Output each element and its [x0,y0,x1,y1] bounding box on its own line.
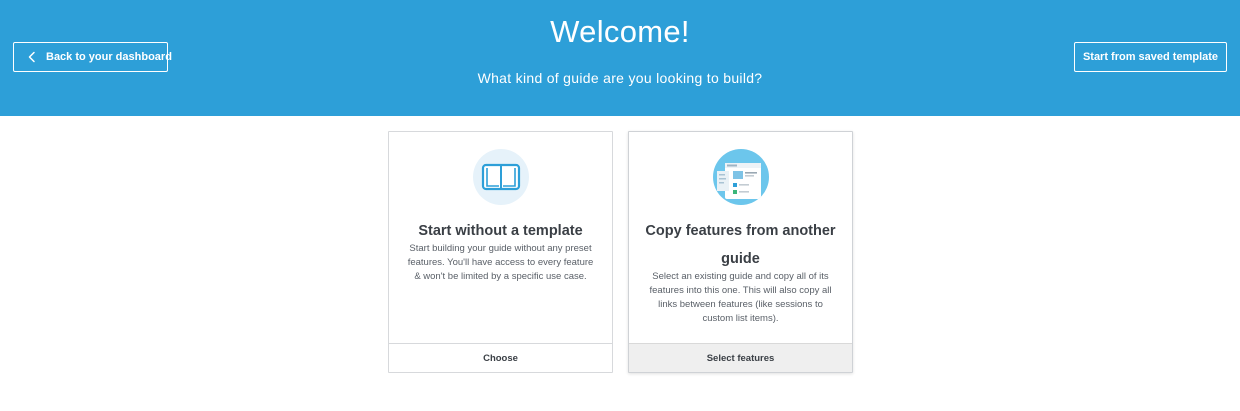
card-title: Copy features from another guide [645,223,836,267]
copy-features-card[interactable]: Copy features from another guide Select … [628,131,853,373]
saved-template-label: Start from saved template [1082,51,1219,63]
back-button-label: Back to your dashboard [46,51,172,63]
page-subtitle: What kind of guide are you looking to bu… [477,70,763,86]
choose-button[interactable]: Choose [389,343,612,372]
start-without-template-card[interactable]: Start without a template Start building … [388,131,613,373]
book-icon [473,149,529,205]
page-header: Back to your dashboard Welcome! What kin… [0,0,1240,116]
card-description: Start building your guide without any pr… [407,243,594,282]
start-from-saved-template-button[interactable]: Start from saved template [1074,42,1227,72]
chevron-left-icon [26,51,38,63]
select-features-button[interactable]: Select features [629,343,852,372]
copy-guide-icon [713,149,769,205]
card-description: Select an existing guide and copy all of… [649,271,832,324]
page-title: Welcome! [550,14,690,49]
card-title: Start without a template [418,223,583,239]
